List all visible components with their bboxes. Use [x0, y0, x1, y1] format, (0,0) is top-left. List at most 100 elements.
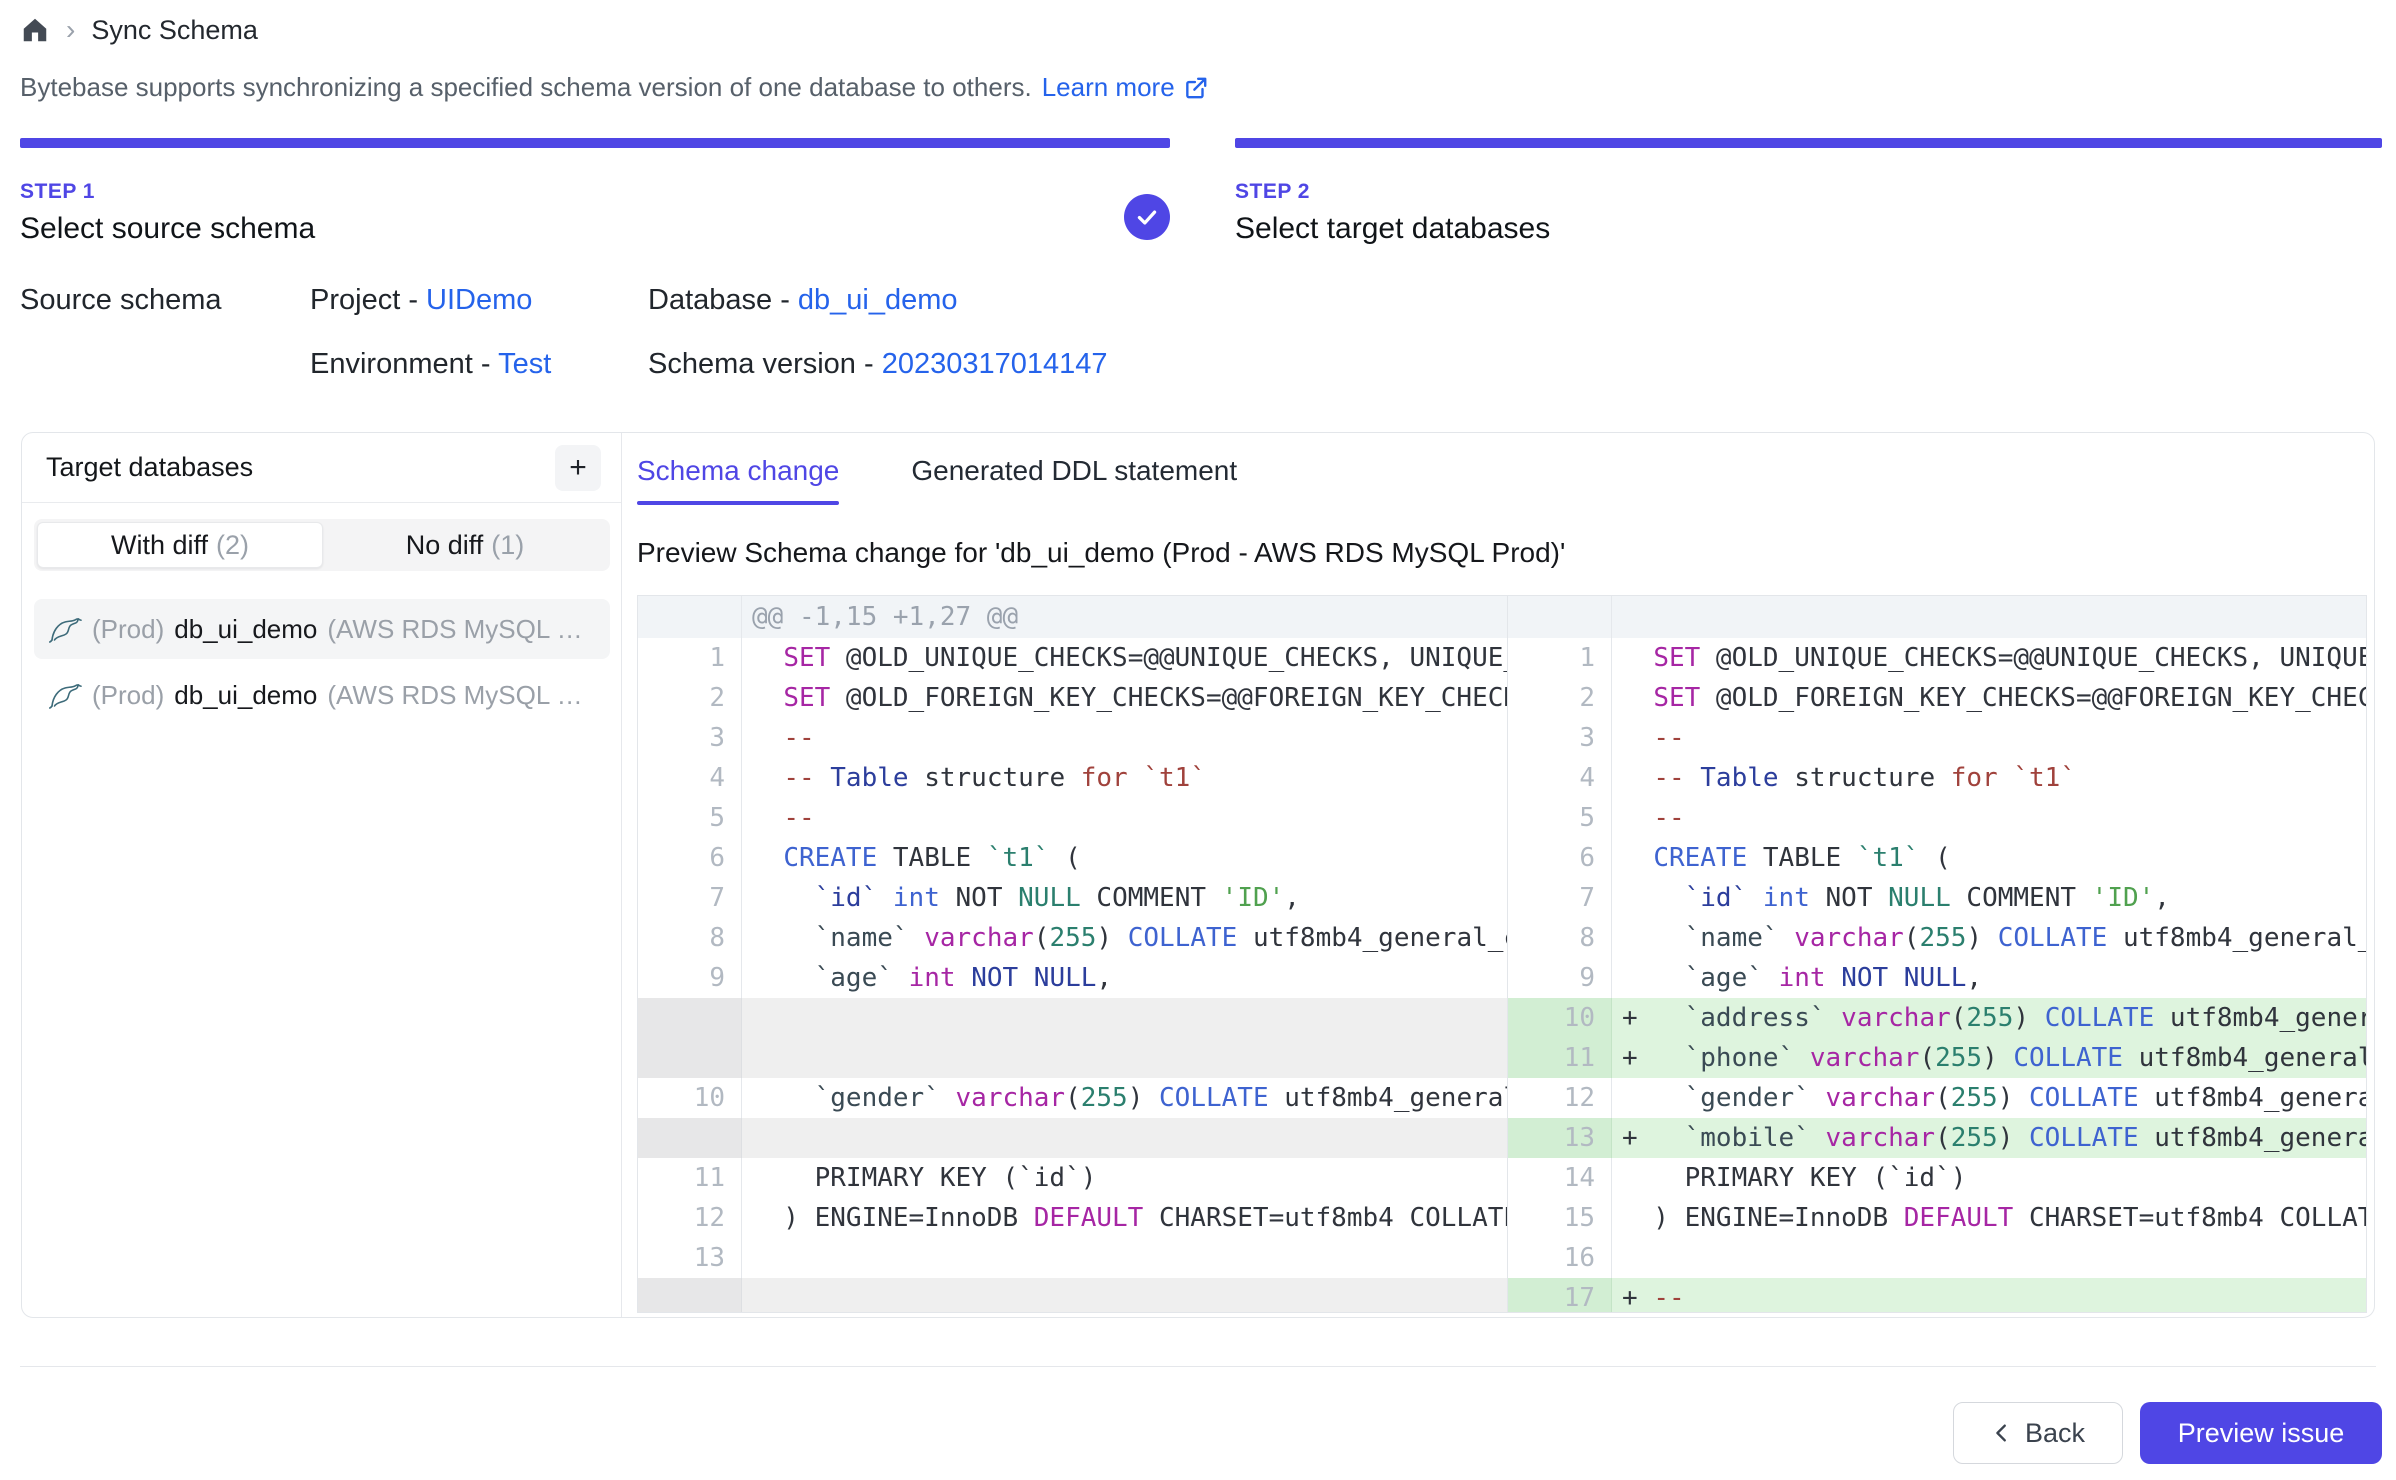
step2-title: Select target databases: [1235, 212, 1550, 246]
diff-row: [638, 1118, 1507, 1158]
line-number: 13: [1508, 1118, 1612, 1158]
diff-code-line: `gender` varchar(255) COLLATE utf8mb4_ge…: [1612, 1078, 2367, 1118]
database-link[interactable]: db_ui_demo: [798, 284, 958, 316]
diff-code-line: `gender` varchar(255) COLLATE utf8mb4_ge…: [742, 1078, 1507, 1118]
add-target-database-button[interactable]: +: [555, 445, 601, 491]
diff-row: 4 -- Table structure for `t1`: [1508, 758, 2367, 798]
home-icon[interactable]: [20, 15, 50, 45]
diff-row: [638, 1038, 1507, 1078]
diff-row: 7 `id` int NOT NULL COMMENT 'ID',: [638, 878, 1507, 918]
diff-row: 3 --: [638, 718, 1507, 758]
no-diff-label: No diff: [406, 530, 484, 561]
learn-more-label: Learn more: [1042, 72, 1175, 103]
intro-text: Bytebase supports synchronizing a specif…: [20, 72, 1209, 103]
diff-code-line: [742, 1238, 1507, 1278]
environment-label: Environment -: [310, 348, 491, 380]
diff-row: 13+ `mobile` varchar(255) COLLATE utf8mb…: [1508, 1118, 2367, 1158]
target-database-item[interactable]: (Prod) db_ui_demo (AWS RDS MySQL Prod): [34, 665, 610, 725]
diff-code-line: --: [742, 718, 1507, 758]
line-number: 1: [1508, 638, 1612, 678]
diff-row: 17+ --: [1508, 1278, 2367, 1312]
db-name: db_ui_demo: [174, 614, 317, 645]
project-link[interactable]: UIDemo: [426, 284, 532, 316]
diff-code-line: SET @OLD_UNIQUE_CHECKS=@@UNIQUE_CHECKS, …: [1612, 638, 2367, 678]
diff-filter-segmented-control: With diff (2) No diff (1): [34, 519, 610, 571]
diff-code-line: --: [1612, 798, 2367, 838]
diff-code-line: + `phone` varchar(255) COLLATE utf8mb4_g…: [1612, 1038, 2367, 1078]
diff-hunk-header: @@ -1,15 +1,27 @@: [742, 596, 1507, 638]
line-number: 7: [638, 878, 742, 918]
tab-schema-change[interactable]: Schema change: [637, 455, 839, 505]
line-number: [638, 1038, 742, 1078]
mysql-icon: [48, 614, 82, 644]
step2-label: STEP 2: [1235, 180, 1310, 204]
preview-tabs: Schema change Generated DDL statement: [637, 455, 1237, 505]
schema-version-label: Schema version -: [648, 348, 874, 380]
learn-more-link[interactable]: Learn more: [1042, 72, 1209, 103]
diff-row: 6 CREATE TABLE `t1` (: [638, 838, 1507, 878]
diff-row: 4 -- Table structure for `t1`: [638, 758, 1507, 798]
breadcrumb-separator-icon: ›: [66, 14, 75, 46]
line-number: 3: [1508, 718, 1612, 758]
db-instance: (AWS RDS MySQL Prod): [327, 614, 596, 645]
target-databases-panel: Target databases + With diff (2) No diff…: [22, 433, 622, 1317]
tab-generated-ddl[interactable]: Generated DDL statement: [911, 455, 1237, 505]
db-instance: (AWS RDS MySQL Prod): [327, 680, 596, 711]
diff-row: 6 CREATE TABLE `t1` (: [1508, 838, 2367, 878]
target-database-item[interactable]: (Prod) db_ui_demo (AWS RDS MySQL Prod): [34, 599, 610, 659]
diff-code-line: --: [742, 798, 1507, 838]
diff-row: 2 SET @OLD_FOREIGN_KEY_CHECKS=@@FOREIGN_…: [1508, 678, 2367, 718]
back-button[interactable]: Back: [1953, 1402, 2123, 1464]
diff-code-line: -- Table structure for `t1`: [742, 758, 1507, 798]
tab-with-diff[interactable]: With diff (2): [37, 522, 323, 568]
intro-description: Bytebase supports synchronizing a specif…: [20, 72, 1032, 103]
diff-code-line: ) ENGINE=InnoDB DEFAULT CHARSET=utf8mb4 …: [742, 1198, 1507, 1238]
diff-code-line: CREATE TABLE `t1` (: [1612, 838, 2367, 878]
sync-schema-page: › Sync Schema Bytebase supports synchron…: [0, 0, 2396, 1480]
source-schema-environment: Environment - Test: [310, 348, 551, 381]
diff-code-line: + --: [1612, 1278, 2367, 1312]
step1-complete-icon: [1124, 194, 1170, 240]
preview-issue-button[interactable]: Preview issue: [2140, 1402, 2382, 1464]
diff-hunk-header-row: [1508, 596, 2367, 638]
diff-left-pane: @@ -1,15 +1,27 @@1 SET @OLD_UNIQUE_CHECK…: [638, 596, 1507, 1312]
diff-row: 7 `id` int NOT NULL COMMENT 'ID',: [1508, 878, 2367, 918]
line-number: 5: [1508, 798, 1612, 838]
line-number: 6: [1508, 838, 1612, 878]
line-number: 14: [1508, 1158, 1612, 1198]
line-number: [638, 1278, 742, 1312]
diff-row: 10 `gender` varchar(255) COLLATE utf8mb4…: [638, 1078, 1507, 1118]
line-number: 3: [638, 718, 742, 758]
project-label: Project -: [310, 284, 418, 316]
line-number: [638, 998, 742, 1038]
diff-code-line: [1612, 1238, 2367, 1278]
schema-version-link[interactable]: 20230317014147: [882, 348, 1108, 380]
diff-row: 8 `name` varchar(255) COLLATE utf8mb4_ge…: [638, 918, 1507, 958]
target-databases-header: Target databases +: [22, 433, 621, 503]
line-number: 11: [1508, 1038, 1612, 1078]
external-link-icon: [1183, 75, 1209, 101]
source-schema-database: Database - db_ui_demo: [648, 284, 958, 317]
diff-row: 1 SET @OLD_UNIQUE_CHECKS=@@UNIQUE_CHECKS…: [638, 638, 1507, 678]
line-number: [638, 596, 742, 638]
step1-progress-bar: [20, 138, 1170, 148]
diff-hunk-header: [1612, 596, 2367, 638]
diff-code-line: [742, 998, 1507, 1038]
line-number: 9: [638, 958, 742, 998]
tab-no-diff[interactable]: No diff (1): [323, 522, 607, 568]
diff-row: 11 PRIMARY KEY (`id`): [638, 1158, 1507, 1198]
diff-hunk-header-row: @@ -1,15 +1,27 @@: [638, 596, 1507, 638]
db-environment: (Prod): [92, 680, 164, 711]
diff-row: 3 --: [1508, 718, 2367, 758]
diff-row: [638, 1278, 1507, 1312]
line-number: 15: [1508, 1198, 1612, 1238]
line-number: 12: [1508, 1078, 1612, 1118]
diff-code-line: PRIMARY KEY (`id`): [742, 1158, 1507, 1198]
page-title: Sync Schema: [91, 15, 258, 46]
line-number: 7: [1508, 878, 1612, 918]
main-card: Target databases + With diff (2) No diff…: [21, 432, 2375, 1318]
diff-row: 13: [638, 1238, 1507, 1278]
environment-link[interactable]: Test: [498, 348, 551, 380]
diff-row: 10+ `address` varchar(255) COLLATE utf8m…: [1508, 998, 2367, 1038]
diff-code-line: + `address` varchar(255) COLLATE utf8mb4…: [1612, 998, 2367, 1038]
